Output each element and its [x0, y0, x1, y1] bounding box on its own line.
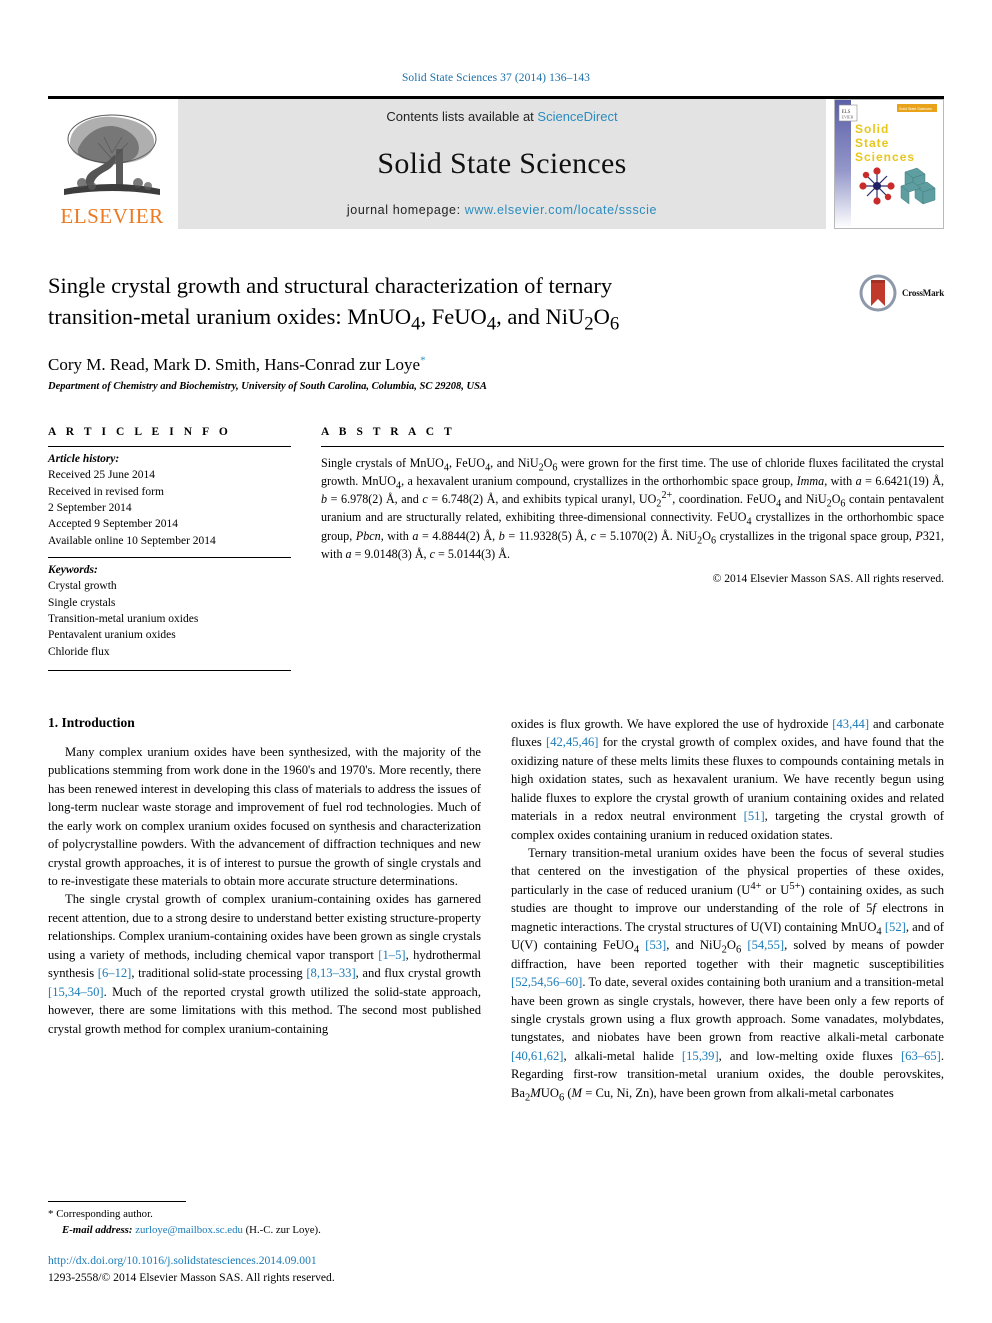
corresponding-author-text: Corresponding author. [56, 1208, 153, 1221]
author-list: Cory M. Read, Mark D. Smith, Hans-Conrad… [48, 355, 944, 375]
citation-ref[interactable]: [6–12] [98, 966, 132, 980]
history-item: Available online 10 September 2014 [48, 534, 216, 547]
journal-band: Contents lists available at ScienceDirec… [178, 99, 826, 229]
article-page: Solid State Sciences 37 (2014) 136–143 E… [0, 0, 992, 1323]
elsevier-wordmark: ELSEVIER [60, 204, 164, 228]
paragraph: Ternary transition-metal uranium oxides … [511, 846, 944, 1104]
homepage-prefix: journal homepage: [346, 203, 465, 217]
keywords-list: Keywords: Crystal growth Single crystals… [48, 558, 291, 660]
title-line-1: Single crystal growth and structural cha… [48, 273, 613, 298]
citation-ref[interactable]: [63–65] [901, 1049, 941, 1063]
citation-ref[interactable]: [1–5] [378, 948, 405, 962]
abstract-column: A B S T R A C T Single crystals of MnUO4… [321, 426, 944, 671]
journal-title: Solid State Sciences [377, 146, 627, 180]
corresponding-author-note: * Corresponding author. [48, 1207, 476, 1222]
journal-cover-thumbnail: ELS EVIER Solid State Sciences Solid Sta… [834, 99, 944, 229]
corresponding-author-marker: * [420, 354, 426, 367]
history-item: Received 25 June 2014 [48, 469, 155, 482]
title-block: Single crystal growth and structural cha… [48, 271, 944, 335]
email-label: E-mail address: [62, 1223, 133, 1236]
authors-text: Cory M. Read, Mark D. Smith, Hans-Conrad… [48, 355, 421, 374]
crossmark-badge[interactable]: CrossMark [858, 273, 944, 313]
asterisk-icon: * [48, 1208, 54, 1221]
crossmark-icon [859, 274, 897, 312]
keywords-block: Keywords: Crystal growth Single crystals… [48, 556, 291, 671]
abstract-text: Single crystals of MnUO4, FeUO4, and NiU… [321, 456, 945, 561]
journal-homepage-line: journal homepage: www.elsevier.com/locat… [347, 203, 657, 217]
paragraph: Many complex uranium oxides have been sy… [48, 744, 481, 888]
paragraph: The single crystal growth of complex ura… [48, 892, 481, 1036]
elsevier-tree-icon [64, 114, 160, 195]
keyword-item: Transition-metal uranium oxides [48, 612, 199, 625]
svg-text:Sciences: Sciences [855, 150, 915, 164]
citation-ref[interactable]: [15,34–50] [48, 985, 104, 999]
keyword-item: Pentavalent uranium oxides [48, 629, 176, 642]
svg-text:State: State [855, 136, 889, 150]
article-history: Article history: Received 25 June 2014 R… [48, 447, 291, 549]
issn-copyright-line: 1293-2558/© 2014 Elsevier Masson SAS. Al… [48, 1271, 335, 1285]
body-column-right: oxides is flux growth. We have explored … [511, 715, 944, 1104]
footnote-block: * Corresponding author. E-mail address: … [48, 1201, 476, 1287]
email-suffix: (H.-C. zur Loye). [245, 1223, 321, 1236]
keywords-rule-bottom [48, 669, 291, 671]
body-column-left: 1. Introduction Many complex uranium oxi… [48, 715, 481, 1102]
history-item: Received in revised form [48, 485, 164, 498]
journal-masthead: ELSEVIER Contents lists available at Sci… [48, 96, 944, 229]
journal-homepage-link[interactable]: www.elsevier.com/locate/ssscie [465, 203, 657, 217]
history-item: 2 September 2014 [48, 501, 132, 514]
citation-ref[interactable]: [54,55] [747, 938, 784, 952]
svg-text:Solid: Solid [855, 122, 889, 136]
email-note: E-mail address: zurloye@mailbox.sc.edu (… [48, 1223, 476, 1238]
affiliation: Department of Chemistry and Biochemistry… [48, 381, 487, 392]
citation-ref[interactable]: [52,54,56–60] [511, 975, 582, 989]
article-history-label: Article history: [48, 453, 120, 465]
keywords-label: Keywords: [48, 563, 98, 576]
citation-ref[interactable]: [51] [744, 809, 765, 823]
body-two-column: 1. Introduction Many complex uranium oxi… [48, 715, 944, 1104]
svg-text:Solid State Sciences: Solid State Sciences [899, 107, 932, 111]
section-heading-introduction: 1. Introduction [48, 714, 135, 730]
svg-text:EVIER: EVIER [842, 115, 854, 120]
abstract-copyright: © 2014 Elsevier Masson SAS. All rights r… [712, 572, 944, 585]
citation-ref[interactable]: [53] [645, 938, 666, 952]
email-link[interactable]: zurloye@mailbox.sc.edu [135, 1224, 243, 1236]
footnote-rule [48, 1201, 186, 1203]
sciencedirect-link[interactable]: ScienceDirect [537, 109, 617, 124]
running-head: Solid State Sciences 37 (2014) 136–143 [401, 72, 591, 84]
contents-available-line: Contents lists available at ScienceDirec… [386, 109, 617, 124]
page-title: Single crystal growth and structural cha… [48, 271, 818, 335]
title-line-2: transition-metal uranium oxides: MnUO4, … [48, 303, 620, 335]
article-info-heading: A R T I C L E I N F O [48, 426, 232, 438]
citation-ref[interactable]: [52] [885, 920, 906, 934]
abstract-heading: A B S T R A C T [321, 426, 456, 438]
citation-ref[interactable]: [40,61,62] [511, 1049, 563, 1063]
keyword-item: Single crystals [48, 596, 116, 609]
info-abstract-region: A R T I C L E I N F O Article history: R… [48, 426, 944, 671]
citation-ref[interactable]: [15,39] [682, 1049, 719, 1063]
crossmark-label: CrossMark [901, 288, 944, 298]
doi-link[interactable]: http://dx.doi.org/10.1016/j.solidstatesc… [48, 1253, 476, 1270]
keyword-item: Crystal growth [48, 580, 117, 593]
paragraph: oxides is flux growth. We have explored … [511, 716, 944, 842]
cover-artwork-icon: ELS EVIER Solid State Sciences Solid Sta… [835, 100, 941, 228]
history-item: Accepted 9 September 2014 [48, 518, 178, 531]
article-info-column: A R T I C L E I N F O Article history: R… [48, 426, 291, 671]
elsevier-logo: ELSEVIER [48, 99, 176, 229]
contents-prefix: Contents lists available at [386, 109, 538, 124]
citation-ref[interactable]: [43,44] [832, 717, 869, 731]
citation-ref[interactable]: [42,45,46] [546, 735, 598, 749]
keyword-item: Chloride flux [48, 645, 110, 658]
citation-ref[interactable]: [8,13–33] [306, 966, 355, 980]
